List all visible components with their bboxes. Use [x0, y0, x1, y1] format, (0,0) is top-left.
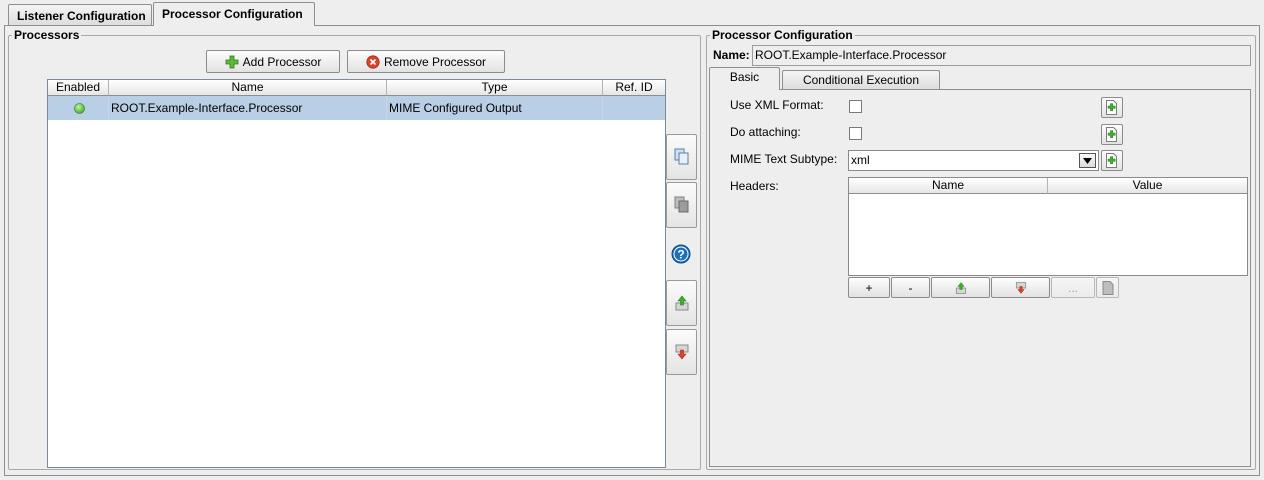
remove-header-label: -	[908, 280, 913, 295]
do-attaching-label: Do attaching:	[730, 125, 801, 139]
chevron-down-icon	[1083, 157, 1092, 164]
move-header-up-button[interactable]	[931, 277, 990, 298]
column-header-type[interactable]: Type	[387, 80, 603, 96]
move-down-icon	[675, 344, 688, 360]
processor-name-field[interactable]: ROOT.Example-Interface.Processor	[752, 45, 1251, 66]
remove-processor-label: Remove Processor	[383, 54, 487, 69]
do-attaching-checkbox[interactable]	[849, 127, 862, 140]
move-up-button[interactable]	[666, 280, 697, 326]
remove-processor-button[interactable]: Remove Processor	[347, 50, 505, 73]
headers-table[interactable]: Name Value	[848, 177, 1248, 276]
help-button[interactable]: ?	[670, 243, 692, 265]
copy-button[interactable]	[666, 134, 697, 180]
table-row[interactable]: ROOT.Example-Interface.Processor MIME Co…	[48, 96, 665, 120]
enabled-cell[interactable]	[48, 96, 109, 120]
dropdown-button[interactable]	[1079, 153, 1096, 168]
processors-title: Processors	[12, 28, 82, 42]
paste-icon	[674, 196, 688, 213]
use-xml-variable-button[interactable]	[1101, 97, 1123, 118]
tab-basic[interactable]: Basic	[709, 67, 780, 90]
tab-label: Processor Configuration	[162, 7, 303, 21]
tab-label: Listener Configuration	[17, 9, 146, 23]
plus-icon	[225, 55, 239, 68]
move-up-icon	[675, 295, 688, 311]
add-variable-icon	[1106, 127, 1117, 142]
move-up-icon	[955, 281, 966, 294]
add-processor-button[interactable]: Add Processor	[206, 50, 340, 73]
column-header-enabled[interactable]: Enabled	[48, 80, 109, 96]
document-icon	[1102, 280, 1113, 295]
mime-subtype-select[interactable]: xml	[848, 150, 1099, 171]
svg-text:?: ?	[677, 248, 684, 262]
processor-ref-id-cell[interactable]	[603, 96, 665, 120]
do-attaching-variable-button[interactable]	[1101, 124, 1123, 145]
processor-config-title: Processor Configuration	[710, 28, 855, 42]
use-xml-checkbox[interactable]	[849, 100, 862, 113]
processors-table[interactable]: Enabled Name Type Ref. ID ROOT.Example-I…	[47, 79, 666, 468]
column-header-value[interactable]: Value	[1048, 178, 1247, 194]
copy-icon	[674, 148, 688, 165]
add-variable-icon	[1106, 153, 1117, 168]
column-header-name[interactable]: Name	[109, 80, 387, 96]
add-header-button[interactable]: +	[848, 277, 890, 298]
column-header-name[interactable]: Name	[849, 178, 1048, 194]
header-variable-button[interactable]	[1096, 277, 1119, 298]
column-header-ref-id[interactable]: Ref. ID	[603, 80, 665, 96]
enabled-status-icon	[73, 102, 85, 114]
headers-label: Headers:	[730, 179, 779, 193]
tab-processor-configuration[interactable]: Processor Configuration	[153, 2, 315, 26]
move-down-icon	[1015, 281, 1026, 294]
tab-label: Conditional Execution	[802, 73, 920, 87]
more-header-label: ...	[1067, 280, 1078, 295]
help-icon: ?	[671, 244, 691, 264]
paste-button[interactable]	[666, 182, 697, 228]
mime-subtype-label: MIME Text Subtype:	[730, 152, 838, 166]
tab-listener-configuration[interactable]: Listener Configuration	[8, 4, 152, 26]
more-header-button[interactable]: ...	[1051, 277, 1095, 298]
remove-icon	[366, 54, 380, 69]
move-header-down-button[interactable]	[991, 277, 1050, 298]
processor-name-cell[interactable]: ROOT.Example-Interface.Processor	[109, 96, 387, 120]
add-variable-icon	[1106, 100, 1117, 115]
add-header-label: +	[865, 280, 873, 295]
mime-subtype-value: xml	[851, 153, 870, 167]
add-processor-label: Add Processor	[242, 54, 322, 69]
use-xml-label: Use XML Format:	[730, 98, 824, 112]
tab-conditional-execution[interactable]: Conditional Execution	[782, 70, 940, 90]
mime-subtype-variable-button[interactable]	[1101, 150, 1123, 171]
processor-type-cell[interactable]: MIME Configured Output	[387, 96, 603, 120]
name-label: Name:	[713, 48, 750, 62]
tab-label: Basic	[729, 70, 760, 84]
remove-header-button[interactable]: -	[891, 277, 930, 298]
move-down-button[interactable]	[666, 329, 697, 375]
